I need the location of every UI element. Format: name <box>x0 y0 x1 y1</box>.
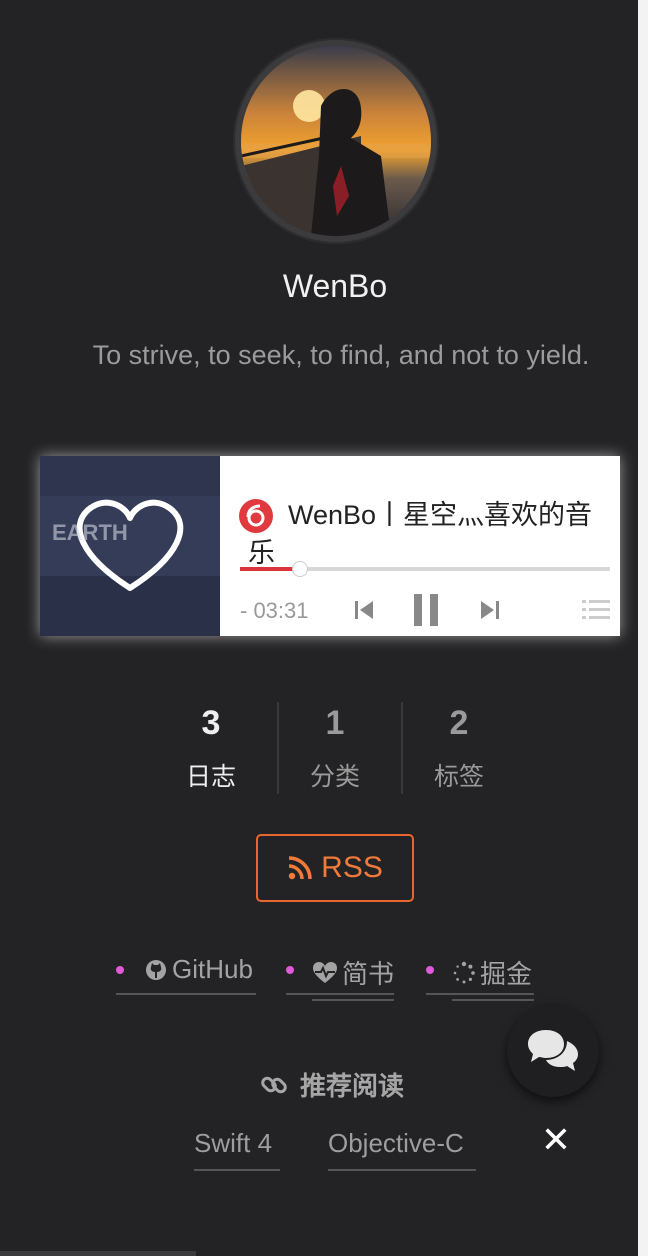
recommended-title-label: 推荐阅读 <box>300 1071 405 1101</box>
stat-posts-count: 3 <box>201 704 221 742</box>
stat-categories-label: 分类 <box>309 763 360 791</box>
link-icon <box>261 1076 287 1093</box>
stat-divider <box>277 702 279 794</box>
bullet-dot <box>426 966 434 974</box>
avatar[interactable] <box>241 46 431 236</box>
recommended-link-objc[interactable]: Objective-C <box>328 1128 476 1171</box>
comments-icon <box>528 1030 578 1071</box>
album-cover[interactable]: EARTH <box>40 456 220 636</box>
stat-tags[interactable]: 2 标签 <box>404 704 514 793</box>
github-icon <box>146 959 166 980</box>
recommended-link-swift[interactable]: Swift 4 <box>194 1128 280 1171</box>
heartbeat-icon <box>313 961 337 983</box>
link-underline <box>286 993 394 995</box>
social-link-github[interactable]: GitHub <box>144 954 254 995</box>
close-icon[interactable]: ✕ <box>540 1122 572 1158</box>
social-link-label: 掘金 <box>480 959 533 989</box>
playlist-icon[interactable] <box>582 598 610 622</box>
page-edge <box>638 0 648 1256</box>
social-link-label: 简书 <box>342 959 395 989</box>
album-cover-text: EARTH <box>52 520 128 545</box>
progress-fill <box>240 567 300 571</box>
stat-tags-count: 2 <box>449 704 469 742</box>
recommended-title: 推荐阅读 <box>260 1066 404 1103</box>
link-underline <box>116 993 256 995</box>
social-link-label: GitHub <box>172 954 253 984</box>
spinner-icon <box>453 961 475 983</box>
next-icon[interactable] <box>478 598 502 622</box>
stat-posts-label: 日志 <box>185 763 236 791</box>
song-title: WenBo丨星空灬喜欢的音乐 <box>248 500 593 568</box>
pause-icon[interactable] <box>412 592 440 628</box>
scrollbar[interactable] <box>0 1251 196 1256</box>
bullet-dot <box>286 966 294 974</box>
chat-button[interactable] <box>507 1005 599 1097</box>
remaining-time: - 03:31 <box>240 598 309 623</box>
stat-categories-count: 1 <box>325 704 345 742</box>
stat-tags-label: 标签 <box>433 763 484 791</box>
rss-icon <box>288 856 312 880</box>
stat-posts[interactable]: 3 日志 <box>156 704 266 793</box>
bullet-dot <box>116 966 124 974</box>
stat-divider <box>401 702 403 794</box>
previous-icon[interactable] <box>352 598 376 622</box>
profile-name: WenBo <box>282 268 388 304</box>
link-underline <box>426 993 534 995</box>
rss-button[interactable]: RSS <box>256 834 414 902</box>
stat-categories[interactable]: 1 分类 <box>280 704 390 793</box>
profile-motto: To strive, to seek, to find, and not to … <box>92 340 590 370</box>
rss-label: RSS <box>321 851 383 884</box>
